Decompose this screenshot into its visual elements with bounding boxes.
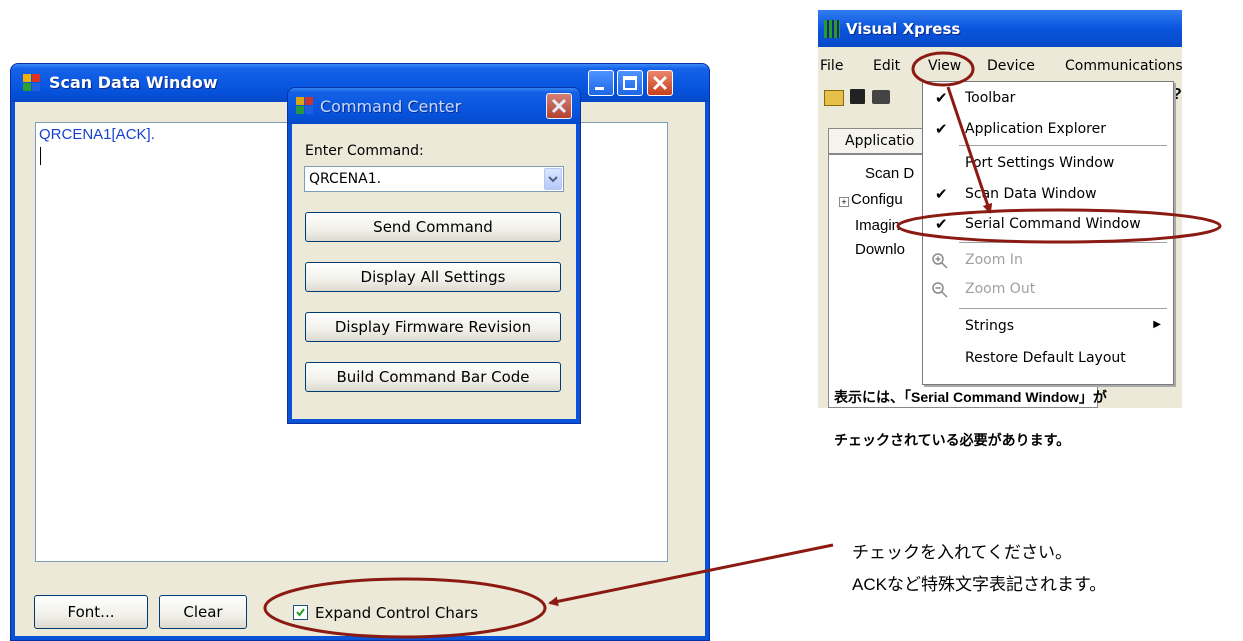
close-button[interactable] [647, 70, 673, 96]
check-icon: ✔ [935, 186, 948, 203]
maximize-button[interactable] [617, 70, 643, 96]
menu-edit[interactable]: Edit [873, 58, 900, 74]
tree-item-scan-data[interactable]: Scan D [865, 165, 914, 182]
expand-control-chars-checkbox[interactable] [293, 605, 308, 620]
visual-xpress-title-bar[interactable]: Visual Xpress [818, 10, 1182, 47]
visual-xpress-window: Visual Xpress File Edit View Device Comm… [818, 10, 1182, 408]
caption-line-1: 表示には、「Serial Command Window」が [834, 389, 1107, 405]
command-combobox[interactable]: QRCENA1. [304, 166, 564, 192]
command-center-app-icon [296, 97, 314, 115]
close-icon [551, 98, 567, 114]
minimize-icon [595, 87, 604, 90]
zoom-out-icon [932, 282, 948, 298]
application-tab-label: Applicatio [845, 133, 915, 149]
menu-separator [959, 242, 1167, 244]
menu-item-serial-command-window[interactable]: ✔ Serial Command Window [923, 210, 1171, 240]
build-command-bar-code-button[interactable]: Build Command Bar Code [305, 362, 561, 392]
command-value: QRCENA1. [309, 171, 382, 187]
text-caret [40, 147, 41, 165]
display-firmware-revision-button[interactable]: Display Firmware Revision [305, 312, 561, 342]
combobox-dropdown-button[interactable] [544, 168, 562, 190]
check-icon: ✔ [935, 121, 948, 138]
menu-separator [959, 308, 1167, 310]
command-center-close-button[interactable] [546, 93, 572, 119]
view-menu-dropdown: ✔ Toolbar ✔ Application Explorer Port Se… [922, 81, 1174, 385]
display-all-settings-button[interactable]: Display All Settings [305, 262, 561, 292]
visual-xpress-title: Visual Xpress [846, 20, 961, 38]
menu-item-strings[interactable]: Strings ▶ [923, 312, 1171, 342]
check-icon: ✔ [935, 90, 948, 107]
tree-item-configuration[interactable]: Configu [851, 191, 903, 208]
menu-item-zoom-out[interactable]: Zoom Out [923, 275, 1171, 305]
visual-xpress-app-icon [824, 20, 840, 38]
menu-separator [959, 145, 1167, 147]
menu-item-restore-default-layout[interactable]: Restore Default Layout [923, 344, 1171, 374]
command-center-window: Command Center Enter Command: QRCENA1. S… [287, 87, 581, 424]
save-icon[interactable] [850, 89, 865, 104]
open-folder-icon[interactable] [824, 90, 844, 106]
send-command-button[interactable]: Send Command [305, 212, 561, 242]
menu-device[interactable]: Device [987, 58, 1035, 74]
caption-line-2: チェックされている必要があります。 [834, 432, 1071, 448]
menu-bar: File Edit View Device Communications [818, 58, 1182, 80]
command-center-client: Enter Command: QRCENA1. Send Command Dis… [292, 124, 576, 419]
menu-file[interactable]: File [820, 58, 843, 74]
menu-item-application-explorer[interactable]: ✔ Application Explorer [923, 115, 1171, 145]
tree-expand-icon[interactable]: + [839, 197, 849, 207]
command-center-title: Command Center [320, 97, 462, 116]
enter-command-label: Enter Command: [305, 143, 424, 159]
clear-button[interactable]: Clear [159, 595, 247, 629]
minimize-button[interactable] [588, 70, 614, 96]
scan-data-title: Scan Data Window [49, 73, 218, 92]
scan-data-text: QRCENA1[ACK]. [39, 126, 155, 143]
maximize-icon [623, 76, 637, 90]
tree-item-imaging[interactable]: Imagin [855, 217, 900, 234]
checkmark-icon [296, 608, 305, 617]
submenu-arrow-icon: ▶ [1153, 319, 1161, 330]
expand-control-chars-label: Expand Control Chars [315, 604, 479, 622]
menu-item-toolbar[interactable]: ✔ Toolbar [923, 84, 1171, 114]
zoom-in-icon [932, 253, 948, 269]
menu-view[interactable]: View [928, 58, 961, 74]
command-center-title-bar[interactable]: Command Center [288, 88, 580, 124]
print-icon[interactable] [872, 90, 890, 104]
note-line-2: ACKなど特殊文字表記されます。 [852, 575, 1107, 594]
check-icon: ✔ [935, 216, 948, 233]
menu-item-scan-data-window[interactable]: ✔ Scan Data Window [923, 180, 1171, 210]
menu-item-zoom-in[interactable]: Zoom In [923, 246, 1171, 276]
menu-item-port-settings[interactable]: Port Settings Window [923, 149, 1171, 179]
menu-communications[interactable]: Communications [1065, 58, 1182, 74]
chevron-down-icon [548, 176, 558, 183]
tree-item-download[interactable]: Downlo [855, 241, 905, 258]
scan-data-app-icon [23, 74, 41, 92]
close-icon [652, 75, 668, 91]
font-button[interactable]: Font... [34, 595, 148, 629]
note-line-1: チェックを入れてください。 [852, 543, 1072, 562]
